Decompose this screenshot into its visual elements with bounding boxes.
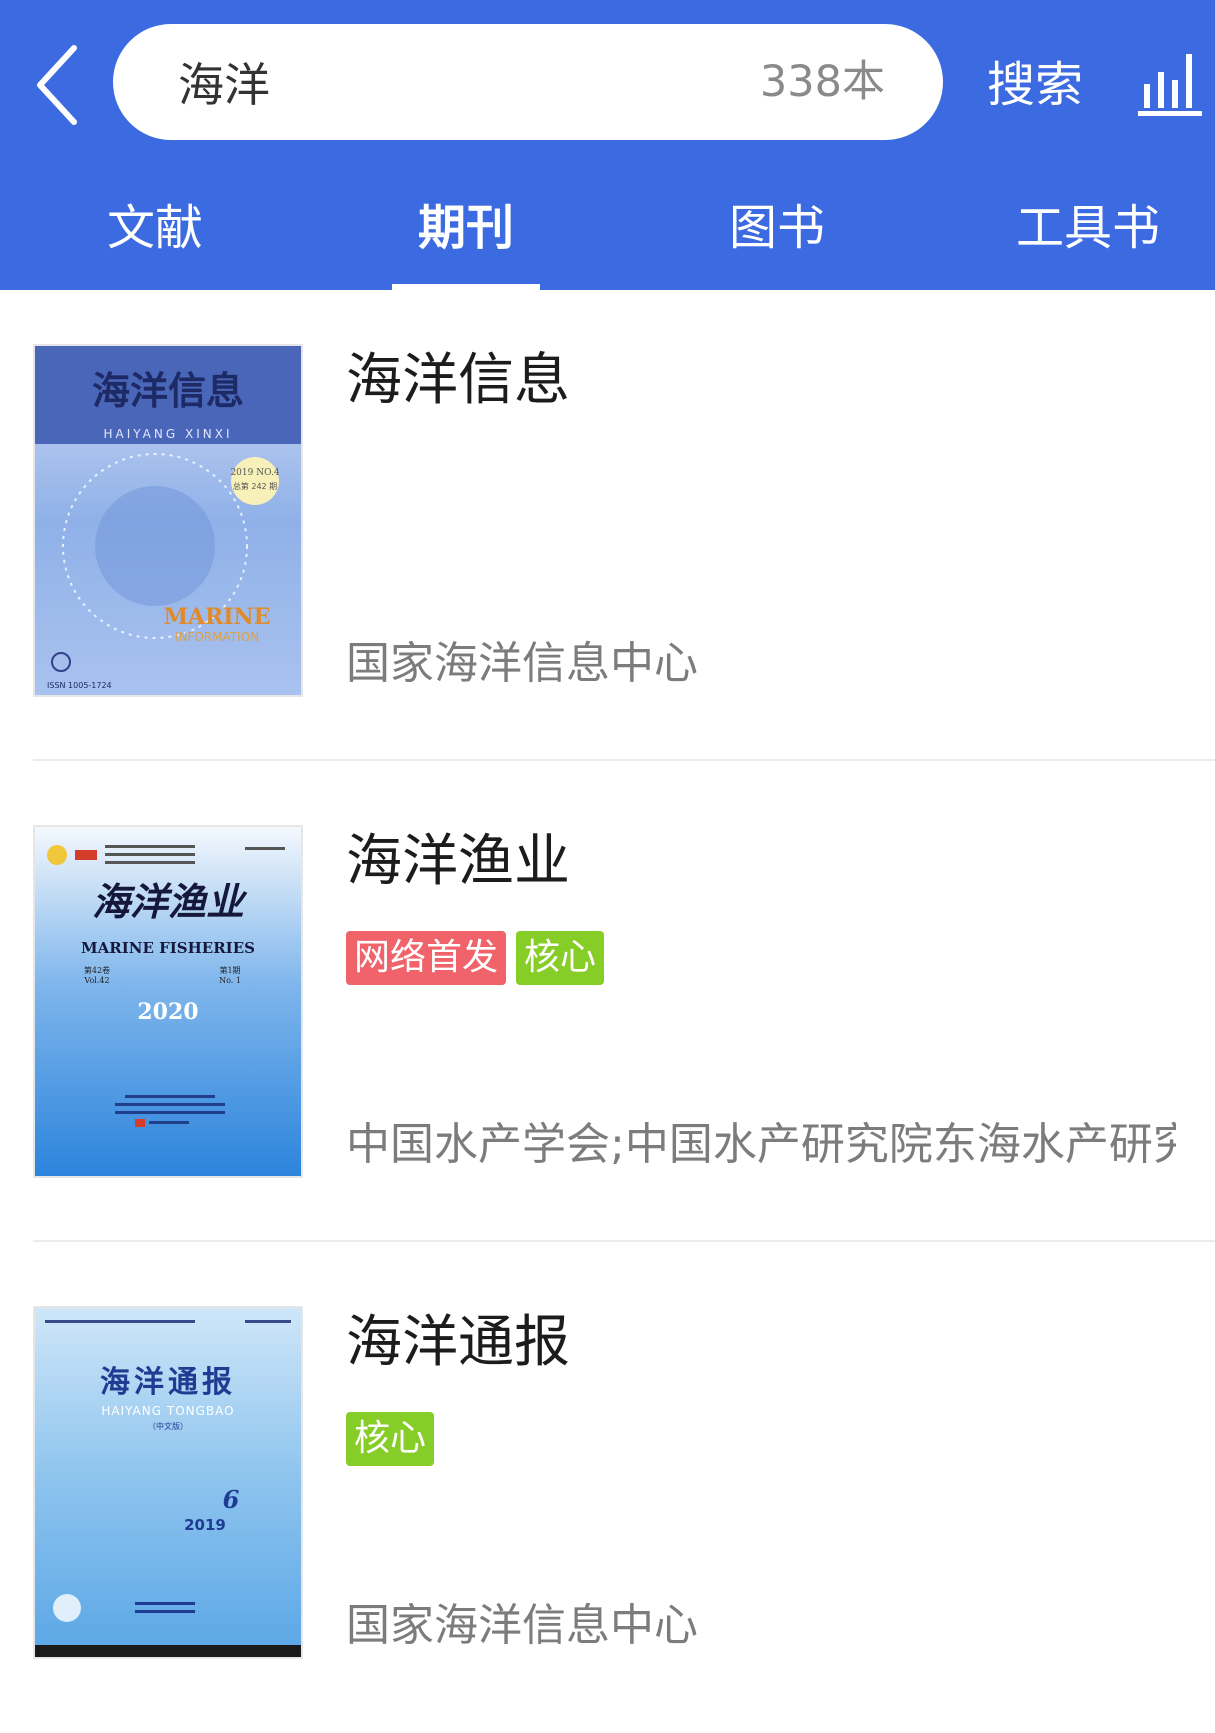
bar-chart-icon <box>1138 54 1202 116</box>
journal-tags: 网络首发 核心 <box>346 931 614 985</box>
cover-issn: ISSN 1005-1724 <box>47 681 112 690</box>
journal-item[interactable]: 海洋信息 HAIYANG XINXI 2019 NO.4 总第 242 期 MA… <box>0 290 1215 771</box>
list-divider <box>33 759 1215 761</box>
journal-cover: 海洋信息 HAIYANG XINXI 2019 NO.4 总第 242 期 MA… <box>33 344 303 697</box>
journal-item[interactable]: 海洋渔业 MARINE FISHERIES 第42卷 Vol.42 第1期 No… <box>0 771 1215 1252</box>
cover-title: 海洋渔业 <box>92 879 248 924</box>
tab-journals[interactable]: 期刊 <box>386 190 546 290</box>
cover-edition: （中文版） <box>148 1421 188 1431</box>
journal-cover: 海洋通报 HAIYANG TONGBAO （中文版） 6 2019 <box>33 1306 303 1659</box>
cover-volume-en: Vol.42 <box>83 976 109 985</box>
back-button[interactable] <box>30 40 90 130</box>
tag-online-first: 网络首发 <box>346 931 507 985</box>
cover-subtitle: HAIYANG XINXI <box>104 427 233 441</box>
search-button[interactable]: 搜索 <box>987 55 1083 115</box>
journal-title: 海洋渔业 <box>346 829 570 894</box>
cover-issue: 6 <box>223 1485 240 1514</box>
cover-year: 2019 <box>184 1516 226 1534</box>
journal-item[interactable]: 海洋通报 HAIYANG TONGBAO （中文版） 6 2019 海洋通报 核… <box>0 1252 1215 1733</box>
journal-cover: 海洋渔业 MARINE FISHERIES 第42卷 Vol.42 第1期 No… <box>33 825 303 1178</box>
cover-title-en: MARINE FISHERIES <box>81 939 255 957</box>
tag-core: 核心 <box>346 1412 435 1466</box>
cover-issue: 2019 NO.4 <box>230 468 279 478</box>
search-bar[interactable]: 338本 <box>113 24 943 140</box>
category-tabs: 文献 期刊 图书 工具书 <box>0 190 1215 290</box>
journal-publisher: 国家海洋信息中心 <box>346 638 698 689</box>
list-divider <box>33 1240 1215 1242</box>
journal-publisher: 中国水产学会;中国水产研究院东海水产研究所 <box>346 1119 1176 1170</box>
journal-title: 海洋信息 <box>346 348 570 413</box>
stats-button[interactable] <box>1138 50 1202 116</box>
cover-title: 海洋通报 <box>100 1365 236 1400</box>
cover-title-en-2: INFORMATION <box>175 630 259 644</box>
tag-core: 核心 <box>516 931 605 985</box>
top-bar: 338本 搜索 文献 期刊 图书 工具书 <box>0 0 1215 290</box>
cover-volume: 第42卷 <box>84 965 110 975</box>
tab-literature[interactable]: 文献 <box>75 190 235 290</box>
cover-title: 海洋信息 <box>92 368 244 413</box>
chevron-left-icon <box>37 45 77 125</box>
cover-number-en: No. 1 <box>219 976 241 985</box>
search-input[interactable] <box>178 48 738 116</box>
cover-issue-total: 总第 242 期 <box>233 481 277 491</box>
cover-title-en: MARINE <box>164 604 271 630</box>
cover-number: 第1期 <box>219 965 240 975</box>
tab-reference-books[interactable]: 工具书 <box>993 190 1183 290</box>
tab-books[interactable]: 图书 <box>697 190 857 290</box>
journal-tags: 核心 <box>346 1412 444 1466</box>
journal-publisher: 国家海洋信息中心 <box>346 1600 698 1651</box>
journal-title: 海洋通报 <box>346 1310 570 1375</box>
result-count: 338本 <box>759 57 885 107</box>
cover-subtitle: HAIYANG TONGBAO <box>101 1404 234 1418</box>
cover-year: 2020 <box>137 999 198 1025</box>
